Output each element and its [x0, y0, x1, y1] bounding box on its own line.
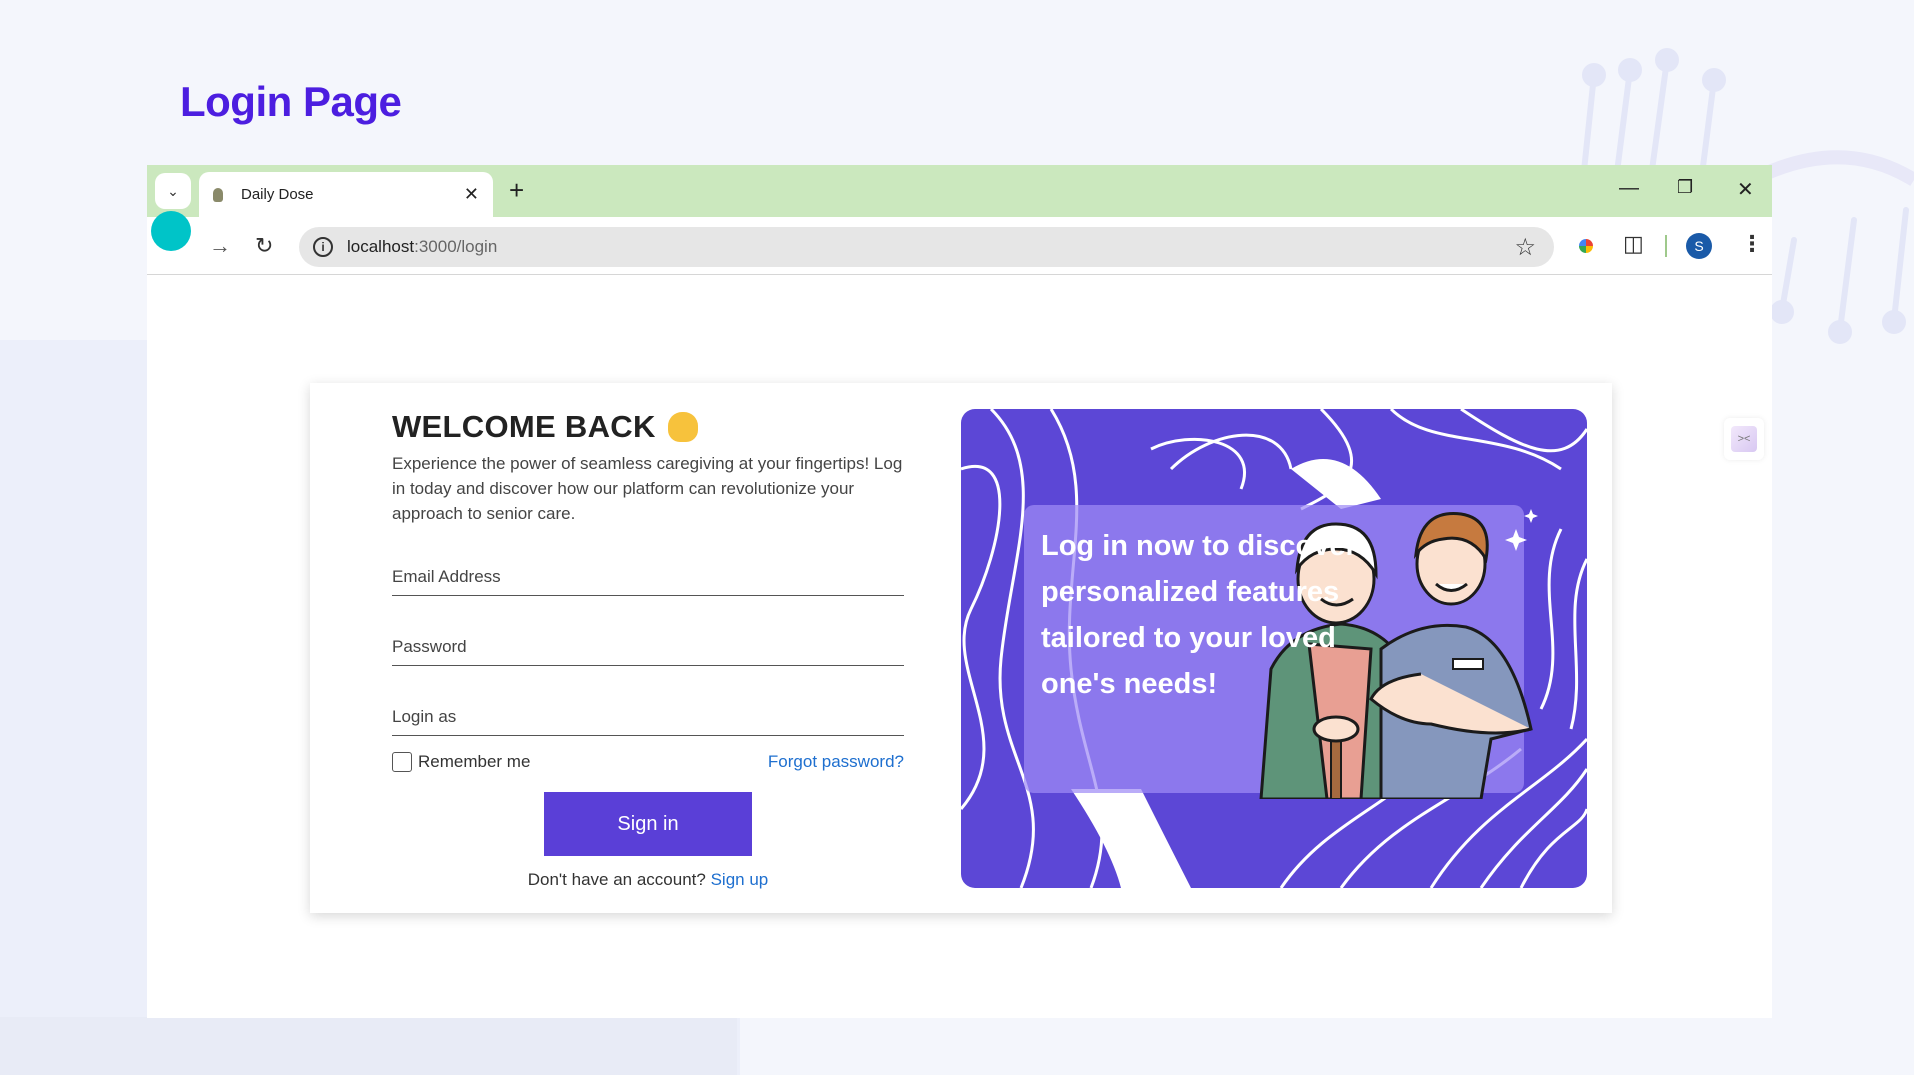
- url-host: localhost: [347, 237, 415, 256]
- tab-bar: ⌄ Daily Dose ✕ + — ❐ ✕: [147, 165, 1772, 217]
- reload-icon[interactable]: ↻: [255, 233, 273, 259]
- extension-icon: ><: [1731, 426, 1757, 452]
- profile-avatar[interactable]: S: [1686, 233, 1712, 259]
- tab-title: Daily Dose: [241, 186, 314, 203]
- browser-window: ⌄ Daily Dose ✕ + — ❐ ✕ → ↻ i localhost :…: [147, 165, 1772, 1018]
- slide-title: Login Page: [180, 78, 402, 125]
- remember-me[interactable]: Remember me: [392, 752, 530, 772]
- promo-panel: Log in now to discover personalized feat…: [961, 409, 1587, 888]
- extension-color-icon[interactable]: [1579, 239, 1593, 253]
- forward-icon[interactable]: →: [209, 233, 231, 259]
- profile-initial: S: [1686, 233, 1712, 259]
- signup-row: Don't have an account? Sign up: [392, 870, 904, 890]
- side-extension-tab[interactable]: ><: [1724, 418, 1764, 460]
- waving-hand-icon: [667, 412, 698, 442]
- email-field[interactable]: Email Address: [392, 560, 904, 596]
- browser-tab[interactable]: Daily Dose ✕: [199, 172, 493, 217]
- remember-row: Remember me Forgot password?: [392, 752, 904, 772]
- login-form: WELCOME BACK Experience the power of sea…: [392, 409, 904, 890]
- tab-search-button[interactable]: ⌄: [155, 173, 191, 209]
- email-label: Email Address: [392, 567, 501, 586]
- background-strip: [0, 1017, 737, 1075]
- url-path: :3000/login: [414, 237, 498, 256]
- welcome-heading-text: WELCOME BACK: [392, 409, 656, 444]
- sign-up-link[interactable]: Sign up: [711, 870, 769, 889]
- toolbar-divider: [1665, 235, 1667, 257]
- info-icon[interactable]: i: [313, 237, 333, 257]
- remember-label: Remember me: [418, 752, 531, 771]
- welcome-heading: WELCOME BACK: [392, 409, 904, 445]
- restore-icon[interactable]: ❐: [1677, 177, 1693, 198]
- favicon-icon: [213, 187, 223, 202]
- extensions-puzzle-icon[interactable]: ◫: [1623, 231, 1644, 257]
- window-close-icon[interactable]: ✕: [1737, 177, 1754, 202]
- new-tab-button[interactable]: +: [509, 175, 524, 206]
- remember-checkbox[interactable]: [392, 752, 412, 772]
- close-icon[interactable]: ✕: [464, 184, 479, 205]
- login-as-select[interactable]: Login as: [392, 700, 904, 736]
- promo-text: Log in now to discover personalized feat…: [1041, 530, 1357, 700]
- forgot-password-link[interactable]: Forgot password?: [768, 752, 904, 772]
- browser-toolbar: → ↻ i localhost :3000/login ☆ ◫ S ⋮: [147, 211, 1772, 275]
- bookmark-star-icon[interactable]: ☆: [1514, 233, 1536, 262]
- password-field[interactable]: Password: [392, 630, 904, 666]
- password-label: Password: [392, 637, 467, 656]
- intro-text: Experience the power of seamless caregiv…: [392, 454, 903, 523]
- login-card: WELCOME BACK Experience the power of sea…: [310, 383, 1612, 913]
- more-menu-icon[interactable]: ⋮: [1741, 231, 1763, 257]
- cursor-highlight: [151, 211, 191, 251]
- signup-prompt: Don't have an account?: [527, 870, 706, 889]
- chevron-down-icon: ⌄: [167, 182, 179, 199]
- login-as-label: Login as: [392, 707, 457, 726]
- sign-in-button[interactable]: Sign in: [544, 792, 752, 856]
- minimize-icon[interactable]: —: [1619, 177, 1639, 200]
- address-bar[interactable]: i localhost :3000/login ☆: [299, 227, 1554, 267]
